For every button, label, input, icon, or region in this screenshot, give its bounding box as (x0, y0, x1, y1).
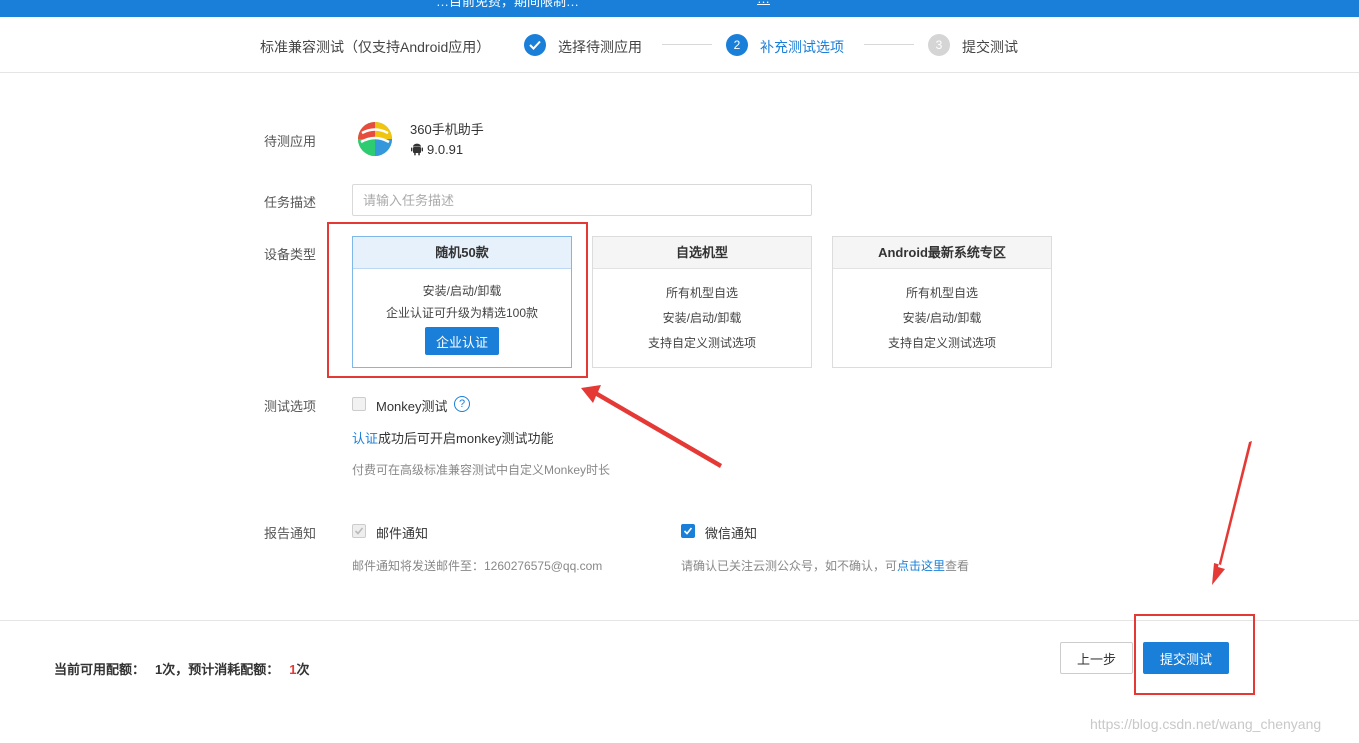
task-description-input[interactable] (352, 184, 812, 216)
step-2-number: 2 (726, 34, 748, 56)
device-row-label: 设备类型 (264, 247, 317, 262)
banner-link[interactable]: … (757, 0, 770, 6)
device-card-title: 自选机型 (593, 237, 811, 269)
app-name: 360手机助手 (410, 122, 484, 137)
email-notify-label: 邮件通知 (376, 526, 429, 541)
app-version-text: 9.0.91 (427, 142, 464, 157)
app-360-icon (358, 122, 392, 156)
monkey-paid-hint: 付费可在高级标准兼容测试中自定义Monkey时长 (352, 463, 611, 477)
prev-step-button[interactable]: 上一步 (1060, 642, 1133, 674)
annotation-arrow-icon (1212, 441, 1252, 585)
step-divider (662, 44, 712, 45)
monkey-checkbox[interactable] (352, 397, 366, 411)
monkey-cert-hint: 认证成功后可开启monkey测试功能 (352, 428, 554, 447)
monkey-cert-hint-text: 成功后可开启monkey测试功能 (378, 431, 554, 446)
step-1-label: 选择待测应用 (558, 39, 642, 55)
device-card-line: 所有机型自选 (665, 286, 738, 300)
monkey-label: Monkey测试 (376, 399, 448, 414)
device-card-line: 支持自定义测试选项 (887, 336, 996, 350)
top-banner: …目前免费，期间限制… … (0, 0, 1359, 17)
quota-info: 当前可用配额： 1次，预计消耗配额： 1次 (54, 659, 310, 678)
quota-cost-number: 1 (289, 662, 297, 677)
email-notify-checkbox[interactable] (352, 524, 366, 538)
cert-link[interactable]: 认证 (352, 431, 378, 446)
app-version: 9.0.91 (411, 142, 463, 157)
wechat-hint-text: 请确认已关注云测公众号，如不确认，可 (681, 559, 898, 573)
steps-bar: 标准兼容测试（仅支持Android应用） 选择待测应用 2 补充测试选项 3 提… (0, 17, 1359, 73)
test-option-row-label: 测试选项 (264, 399, 317, 414)
app-row-label: 待测应用 (264, 134, 317, 149)
step-divider (864, 44, 914, 45)
annotation-highlight-box (1134, 614, 1255, 695)
device-card-android-latest[interactable]: Android最新系统专区 所有机型自选 安装/启动/卸载 支持自定义测试选项 (832, 236, 1052, 368)
check-icon (683, 527, 693, 535)
task-row-label: 任务描述 (264, 195, 317, 210)
banner-text: …目前免费，期间限制… (436, 0, 580, 9)
click-here-link[interactable]: 点击这里 (897, 559, 945, 573)
wechat-notify-hint: 请确认已关注云测公众号，如不确认，可点击这里查看 (681, 557, 969, 574)
android-icon (411, 143, 423, 156)
watermark: https://blog.csdn.net/wang_chenyang (1090, 716, 1322, 732)
check-icon (354, 527, 364, 535)
quota-sep: ，预计消耗配额： (175, 662, 280, 677)
step-3-number: 3 (928, 34, 950, 56)
notify-row-label: 报告通知 (264, 526, 317, 541)
step-3-label: 提交测试 (962, 39, 1018, 55)
device-card-custom[interactable]: 自选机型 所有机型自选 安装/启动/卸载 支持自定义测试选项 (592, 236, 812, 368)
wechat-hint-tail: 查看 (945, 559, 970, 573)
device-card-line: 所有机型自选 (905, 286, 978, 300)
step-1-check-icon (524, 34, 546, 56)
device-card-line: 安装/启动/卸载 (902, 311, 982, 325)
quota-value: 1次 (155, 662, 176, 677)
steps-title: 标准兼容测试（仅支持Android应用） (260, 39, 491, 55)
wechat-notify-checkbox[interactable] (681, 524, 695, 538)
quota-label: 当前可用配额： (54, 662, 146, 677)
device-card-line: 安装/启动/卸载 (662, 311, 742, 325)
wechat-notify-label: 微信通知 (705, 526, 758, 541)
step-2-label: 补充测试选项 (760, 39, 844, 55)
device-card-title: Android最新系统专区 (833, 237, 1051, 269)
annotation-arrow-icon (581, 385, 722, 468)
device-card-line: 支持自定义测试选项 (647, 336, 756, 350)
quota-cost-unit: 次 (296, 662, 310, 677)
help-icon[interactable]: ? (454, 396, 470, 412)
email-notify-hint: 邮件通知将发送邮件至：1260276575@qq.com (352, 559, 603, 573)
annotation-highlight-box (327, 222, 588, 378)
